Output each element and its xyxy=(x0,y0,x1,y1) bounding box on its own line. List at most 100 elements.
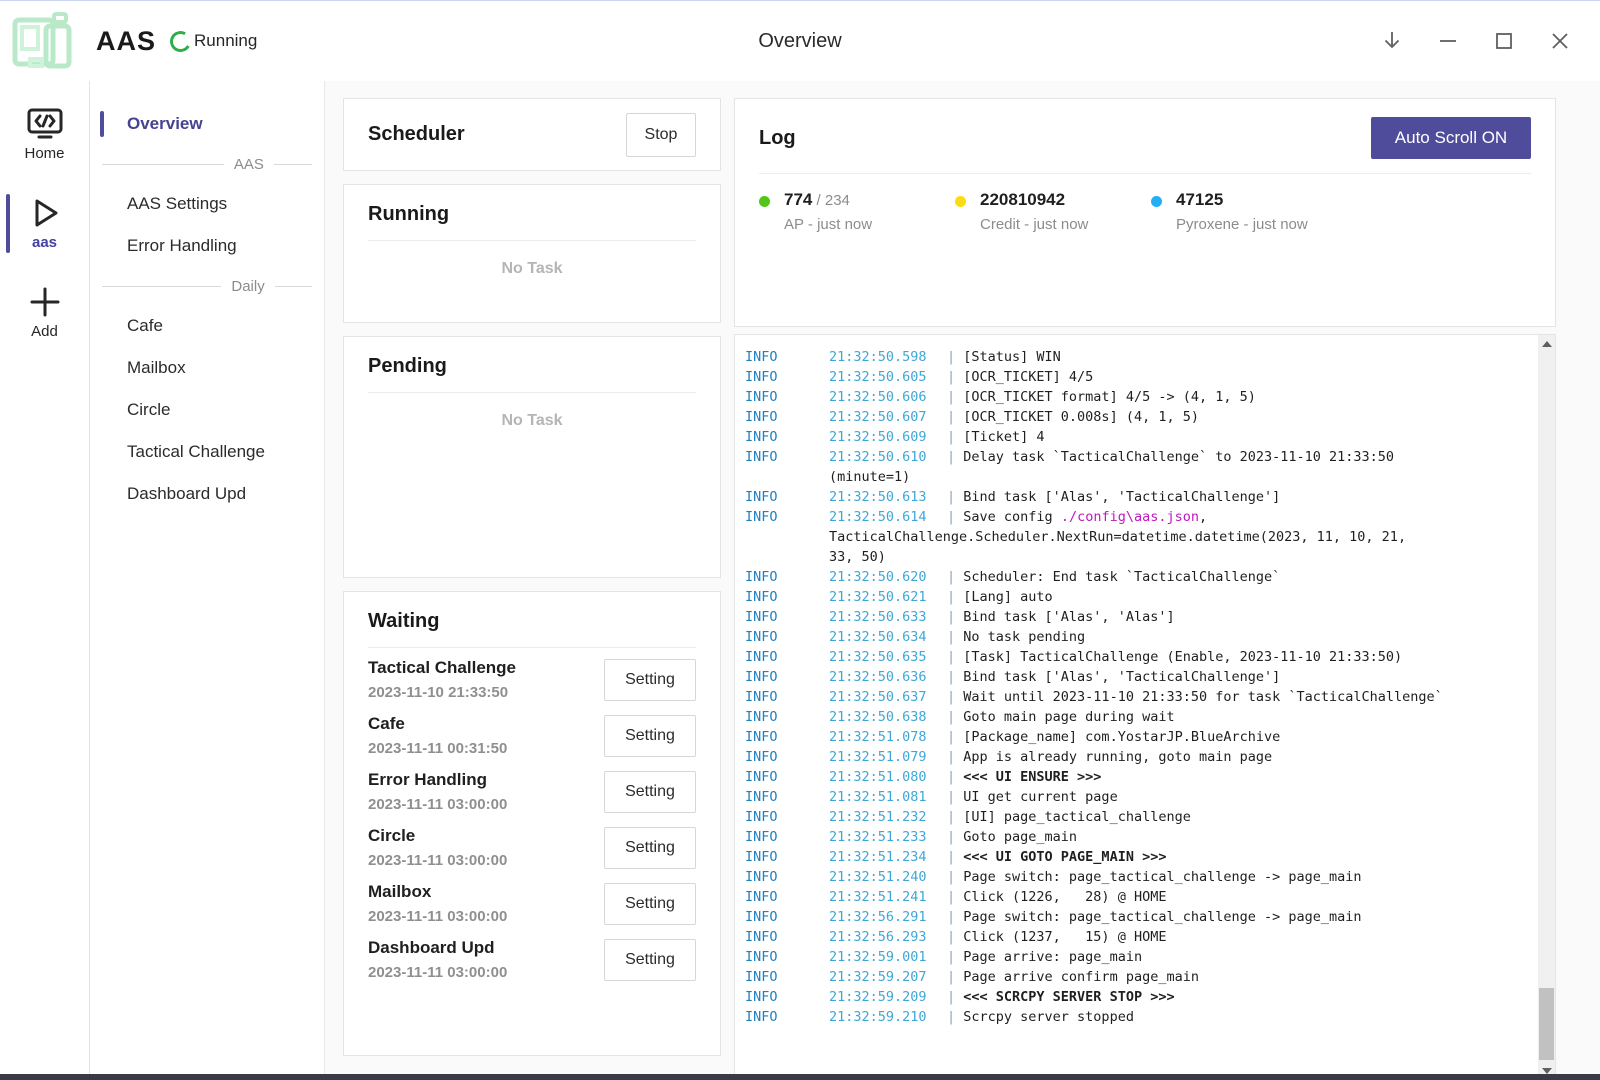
stop-button[interactable]: Stop xyxy=(626,113,696,157)
log-timestamp: 21:32:50.620 xyxy=(829,567,947,587)
maximize-icon[interactable] xyxy=(1484,21,1524,61)
rail-item-aas[interactable]: aas xyxy=(0,192,89,255)
waiting-card: Waiting Tactical Challenge2023-11-10 21:… xyxy=(343,591,721,1056)
stat-text: 220810942Credit - just now xyxy=(980,190,1088,233)
setting-button[interactable]: Setting xyxy=(604,939,696,981)
nav-item-dashboard-upd[interactable]: Dashboard Upd xyxy=(90,473,324,515)
setting-button[interactable]: Setting xyxy=(604,771,696,813)
nav-item-aas-settings[interactable]: AAS Settings xyxy=(90,183,324,225)
stat-suffix: / 234 xyxy=(812,192,850,209)
waiting-task-info: Dashboard Upd 2023-11-11 03:00:00 xyxy=(368,938,507,981)
setting-button[interactable]: Setting xyxy=(604,827,696,869)
log-scroll-area[interactable]: INFO21:32:50.598| [Status] WININFO21:32:… xyxy=(735,335,1538,1079)
log-level: INFO xyxy=(745,727,829,747)
waiting-task-name: Circle xyxy=(368,826,507,846)
stat-value: 220810942 xyxy=(980,190,1088,210)
log-line: INFO21:32:50.621| [Lang] auto xyxy=(745,587,1538,607)
log-title: Log xyxy=(759,127,796,150)
log-level: INFO xyxy=(745,827,829,847)
log-line: INFO21:32:51.081| UI get current page xyxy=(745,787,1538,807)
log-line: INFO21:32:59.209| <<< SCRCPY SERVER STOP… xyxy=(745,987,1538,1007)
plus-icon xyxy=(28,285,62,319)
log-line: INFO21:32:56.293| Click (1237, 15) @ HOM… xyxy=(745,927,1538,947)
waiting-task-row: Dashboard Upd 2023-11-11 03:00:00 Setting xyxy=(368,938,696,981)
log-level: INFO xyxy=(745,587,829,607)
log-level: INFO xyxy=(745,987,829,1007)
pending-title: Pending xyxy=(368,355,696,378)
log-line: INFO21:32:56.291| Page switch: page_tact… xyxy=(745,907,1538,927)
play-icon xyxy=(28,196,62,230)
log-separator: | xyxy=(947,789,963,805)
nav-item-error-handling[interactable]: Error Handling xyxy=(90,225,324,267)
log-message: Goto main page during wait xyxy=(963,709,1174,725)
log-message: , xyxy=(1199,509,1207,525)
log-separator: | xyxy=(947,969,963,985)
setting-button[interactable]: Setting xyxy=(604,883,696,925)
close-icon[interactable] xyxy=(1540,21,1580,61)
waiting-task-time: 2023-11-11 03:00:00 xyxy=(368,964,507,981)
log-message: Goto page_main xyxy=(963,829,1077,845)
titlebar: AAS Running Overview xyxy=(0,1,1600,81)
log-timestamp: 21:32:56.291 xyxy=(829,907,947,927)
log-level: INFO xyxy=(745,967,829,987)
log-level: INFO xyxy=(745,1007,829,1027)
nav-item-tactical-challenge[interactable]: Tactical Challenge xyxy=(90,431,324,473)
scrollbar-thumb[interactable] xyxy=(1539,988,1554,1060)
scrollbar-track[interactable] xyxy=(1538,352,1555,1062)
log-message: Page switch: page_tactical_challenge -> … xyxy=(963,869,1361,885)
scrollbar-up-icon[interactable] xyxy=(1538,335,1555,352)
log-timestamp: 21:32:50.635 xyxy=(829,647,947,667)
log-level: INFO xyxy=(745,627,829,647)
auto-scroll-button[interactable]: Auto Scroll ON xyxy=(1371,117,1531,159)
download-update-icon[interactable] xyxy=(1372,21,1412,61)
log-line: INFO21:32:50.610| Delay task `TacticalCh… xyxy=(745,447,1538,467)
stat-value: 774 / 234 xyxy=(784,190,872,210)
log-separator: | xyxy=(947,989,963,1005)
log-line: INFO21:32:51.241| Click (1226, 28) @ HOM… xyxy=(745,887,1538,907)
log-separator: | xyxy=(947,489,963,505)
log-message: [OCR_TICKET 0.008s] (4, 1, 5) xyxy=(963,409,1199,425)
nav-item-cafe[interactable]: Cafe xyxy=(90,305,324,347)
setting-button[interactable]: Setting xyxy=(604,715,696,757)
log-level: INFO xyxy=(745,867,829,887)
divider xyxy=(759,173,1531,174)
nav-section-label: Daily xyxy=(221,278,274,295)
waiting-task-name: Mailbox xyxy=(368,882,507,902)
log-level: INFO xyxy=(745,947,829,967)
waiting-task-info: Mailbox2023-11-11 03:00:00 xyxy=(368,882,507,925)
log-timestamp: 21:32:51.240 xyxy=(829,867,947,887)
log-message: No task pending xyxy=(963,629,1085,645)
log-level: INFO xyxy=(745,407,829,427)
scheduler-title: Scheduler xyxy=(368,123,465,146)
log-line: INFO21:32:59.210| Scrcpy server stopped xyxy=(745,1007,1538,1027)
log-message: [Status] WIN xyxy=(963,349,1061,365)
nav-item-overview[interactable]: Overview xyxy=(90,103,324,145)
waiting-task-row: Mailbox2023-11-11 03:00:00 Setting xyxy=(368,882,696,925)
nav-item-circle[interactable]: Circle xyxy=(90,389,324,431)
nav-item-mailbox[interactable]: Mailbox xyxy=(90,347,324,389)
rail-item-add[interactable]: Add xyxy=(0,281,89,344)
setting-button[interactable]: Setting xyxy=(604,659,696,701)
log-line: INFO21:32:50.635| [Task] TacticalChallen… xyxy=(745,647,1538,667)
stat-dot-icon xyxy=(955,196,966,207)
log-line: INFO21:32:50.638| Goto main page during … xyxy=(745,707,1538,727)
log-message: Bind task ['Alas', 'Alas'] xyxy=(963,609,1174,625)
log-timestamp: 21:32:51.241 xyxy=(829,887,947,907)
rail-item-label: aas xyxy=(32,234,57,251)
rail-item-home[interactable]: Home xyxy=(0,103,89,166)
active-indicator xyxy=(6,194,10,253)
rail-item-label: Home xyxy=(24,145,64,162)
log-separator: | xyxy=(947,449,963,465)
log-timestamp: 21:32:51.078 xyxy=(829,727,947,747)
minimize-icon[interactable] xyxy=(1428,21,1468,61)
log-line: INFO21:32:50.598| [Status] WIN xyxy=(745,347,1538,367)
log-card: Log Auto Scroll ON 774 / 234AP - just no… xyxy=(734,98,1556,327)
log-timestamp: 21:32:50.633 xyxy=(829,607,947,627)
log-message: [Ticket] 4 xyxy=(963,429,1044,445)
log-line: INFO21:32:50.609| [Ticket] 4 xyxy=(745,427,1538,447)
log-line: INFO21:32:50.620| Scheduler: End task `T… xyxy=(745,567,1538,587)
waiting-task-name: Dashboard Upd xyxy=(368,938,507,958)
app-window: AAS Running Overview xyxy=(0,0,1600,1080)
waiting-task-row: Circle2023-11-11 03:00:00Setting xyxy=(368,826,696,869)
log-separator: | xyxy=(947,409,963,425)
